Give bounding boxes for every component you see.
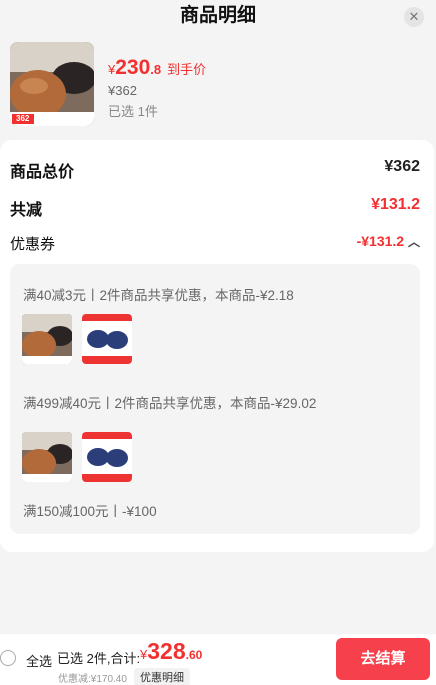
product-thumbnail[interactable]: 362 xyxy=(10,42,94,126)
selected-count: 已选 1件 xyxy=(108,104,158,119)
reduce-value: ¥131.2 xyxy=(371,196,420,213)
total-integer: 328 xyxy=(147,638,186,664)
coupon-value: -¥131.2 ︿ xyxy=(356,233,420,249)
selected-summary: 已选 2件,合计: xyxy=(57,651,141,666)
price-integer: 230 xyxy=(115,56,151,79)
select-all-label[interactable]: 全选 xyxy=(26,651,52,670)
checkout-button[interactable]: 去结算 xyxy=(336,638,430,680)
total-price-label: 商品总价 xyxy=(10,164,75,181)
close-icon[interactable]: ✕ xyxy=(404,7,424,27)
reduce-label: 共减 xyxy=(10,202,43,219)
coupon-line-2: 满499减40元丨2件商品共享优惠，本商品-¥29.02 xyxy=(23,396,317,411)
select-all-radio[interactable] xyxy=(0,650,16,666)
price-decimal: .8 xyxy=(150,62,162,77)
coupon-row[interactable]: 优惠券 -¥131.2 ︿ xyxy=(10,233,420,257)
chevron-up-icon: ︿ xyxy=(407,235,420,249)
deal-price: ¥230.8 到手价 xyxy=(108,56,206,80)
product-mini-beanbag-2 xyxy=(22,432,72,482)
product-mini-pot xyxy=(82,314,132,364)
reduce-row: 共减 ¥131.2 xyxy=(10,196,420,220)
coupon-line-3: 满150减100元丨-¥100 xyxy=(23,504,157,519)
price-tag: 到手价 xyxy=(167,62,207,77)
page-title: 商品明细 xyxy=(179,5,256,26)
discount-text: 优惠减:¥170.40 xyxy=(58,674,127,685)
total-price-row: 商品总价 ¥362 xyxy=(10,158,420,182)
product-mini-pot-2 xyxy=(82,432,132,482)
checkout-bar: 全选 已选 2件,合计: ¥328.60 优惠减:¥170.40 优惠明细 去结… xyxy=(0,634,436,685)
discount-detail-link[interactable]: 优惠明细 xyxy=(134,668,190,685)
thumb-price-badge: 362 xyxy=(16,114,30,123)
price-detail-card: 商品总价 ¥362 共减 ¥131.2 优惠券 -¥131.2 ︿ 满40减3元… xyxy=(0,140,434,552)
coupon-line-1: 满40减3元丨2件商品共享优惠，本商品-¥2.18 xyxy=(23,288,294,303)
coupon-label: 优惠券 xyxy=(10,236,56,253)
coupon-detail-box: 满40减3元丨2件商品共享优惠，本商品-¥2.18 满499减40元丨2件商品共… xyxy=(10,264,420,534)
product-summary: 362 ¥230.8 到手价 ¥362 已选 1件 xyxy=(10,42,426,130)
header: 商品明细 ✕ xyxy=(0,0,436,36)
product-mini-beanbag xyxy=(22,314,72,364)
total-amount: ¥328.60 xyxy=(140,638,202,665)
original-price: ¥362 xyxy=(108,83,137,98)
total-decimal: .60 xyxy=(185,648,203,662)
total-price-value: ¥362 xyxy=(384,158,420,175)
